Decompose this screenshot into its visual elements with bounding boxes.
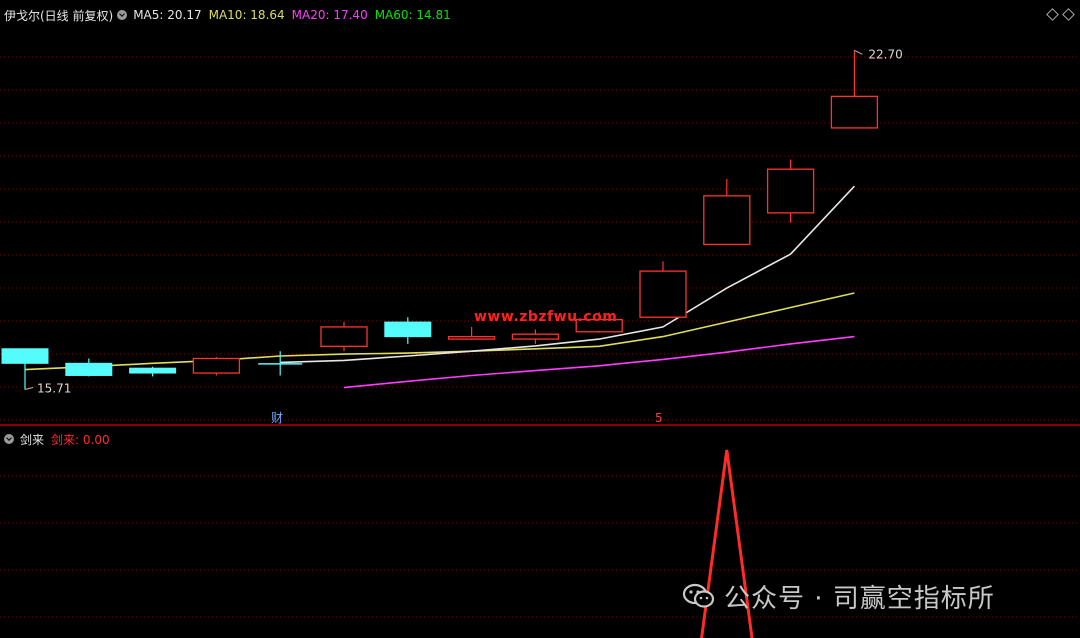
candle-body — [447, 335, 496, 340]
ma10-label: MA10: 18.64 — [208, 8, 285, 22]
ma10-line — [24, 292, 855, 371]
main-chart-header: 伊戈尔(日线 前复权) MA5: 20.17 MA10: 18.64 MA20:… — [0, 4, 458, 26]
footer-watermark: 公众号 · 司赢空指标所 — [682, 574, 995, 618]
indicator-value: 剑来: 0.00 — [51, 432, 110, 447]
settings-circle-icon[interactable] — [117, 10, 128, 20]
wechat-icon — [682, 583, 715, 608]
candle-body — [639, 270, 687, 318]
settings-circle-icon[interactable] — [4, 434, 14, 444]
ma20-line — [343, 335, 855, 389]
candle-body — [830, 95, 879, 129]
max-price-label: 22.70 — [868, 47, 902, 61]
footer-watermark-text: 公众号 · 司赢空指标所 — [724, 583, 995, 614]
ma60-label: MA60: 14.81 — [374, 8, 451, 22]
candle-body — [766, 168, 815, 214]
min-price-pointer — [24, 387, 34, 391]
candle-body — [1, 348, 49, 364]
candle-body — [320, 326, 368, 347]
candle-body — [65, 362, 113, 376]
candle-body — [129, 367, 177, 374]
stock-title[interactable]: 伊戈尔(日线 前复权) — [4, 7, 113, 24]
ma5-label: MA5: 20.17 — [133, 8, 202, 22]
min-price-label: 15.71 — [37, 382, 71, 396]
indicator-name[interactable]: 剑来 — [20, 431, 44, 448]
indicator-header: 剑来 剑来: 0.00 — [0, 428, 117, 450]
cai-marker: 财 — [271, 411, 283, 425]
center-watermark: www.zbzfwu.com — [474, 309, 618, 325]
candle-body — [192, 357, 241, 374]
max-price-pointer — [854, 49, 863, 55]
five-marker: 5 — [655, 411, 663, 425]
ma20-label: MA20: 17.40 — [291, 8, 368, 22]
candle-body — [703, 195, 751, 246]
candle-body — [511, 333, 560, 340]
candle-body — [384, 321, 432, 338]
